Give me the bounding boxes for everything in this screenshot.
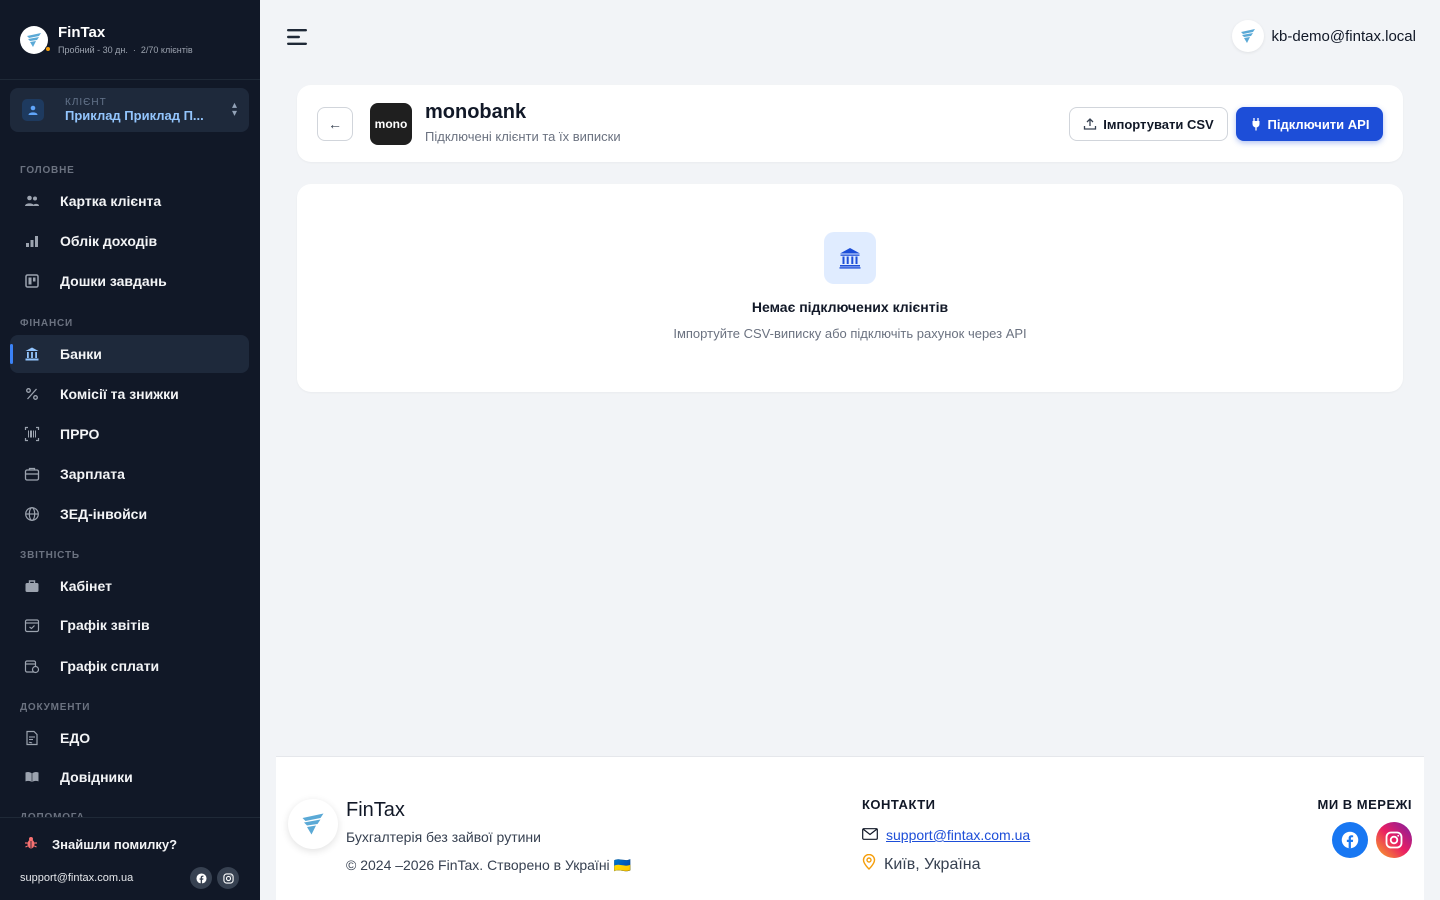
fintax-logo-icon[interactable]	[20, 25, 51, 54]
barcode-icon	[24, 426, 40, 442]
client-name: Приклад Приклад П...	[65, 108, 204, 123]
sidebar-item-label: Графік сплати	[60, 658, 160, 674]
connect-api-button[interactable]: Підключити API	[1236, 107, 1383, 141]
plan-label: Пробний - 30 дн.	[58, 45, 128, 55]
import-csv-label: Імпортувати CSV	[1103, 116, 1214, 132]
upload-icon	[1083, 117, 1097, 131]
chevron-updown-icon: ▴ ▾	[231, 100, 237, 119]
sidebar-item-commissions[interactable]: Комісії та знижки	[10, 375, 249, 413]
fintax-avatar-icon	[1231, 20, 1264, 52]
sidebar-item-zed-invoices[interactable]: ЗЕД-інвойси	[10, 495, 249, 533]
percent-icon	[24, 386, 40, 402]
bank-title: monobank	[425, 101, 527, 123]
mail-icon	[862, 827, 878, 843]
sidebar-item-edo[interactable]: ЕДО	[10, 719, 249, 757]
sidebar-item-income[interactable]: Облік доходів	[10, 222, 249, 260]
footer: FinTax Бухгалтерія без зайвої рутини © 2…	[276, 756, 1424, 900]
footer-email-link[interactable]: support@fintax.com.ua	[886, 827, 1030, 843]
sidebar-footer: Знайшли помилку? support@fintax.com.ua	[0, 817, 260, 900]
plan-info: Пробний - 30 дн. · 2/70 клієнтів	[58, 45, 193, 55]
plug-icon	[1250, 117, 1262, 131]
bank-icon	[824, 232, 876, 284]
sidebar-item-salary[interactable]: Зарплата	[10, 455, 249, 493]
menu-toggle-button[interactable]	[276, 18, 318, 60]
user-email: kb-demo@fintax.local	[1271, 27, 1416, 45]
sidebar-item-directories[interactable]: Довідники	[10, 758, 249, 796]
hamburger-icon	[286, 28, 308, 51]
sidebar-item-label: Довідники	[60, 769, 133, 785]
sidebar-item-label: Облік доходів	[60, 233, 158, 249]
globe-icon	[24, 506, 40, 522]
contacts-title: КОНТАКТИ	[862, 797, 936, 812]
instagram-icon[interactable]	[1376, 822, 1412, 858]
sidebar-item-cabinet[interactable]: Кабінет	[10, 567, 249, 605]
empty-state-subtitle: Імпортуйте CSV-виписку або підключіть ра…	[673, 326, 1027, 341]
social-title: МИ В МЕРЕЖІ	[1317, 797, 1412, 812]
import-csv-button[interactable]: Імпортувати CSV	[1069, 107, 1228, 141]
sidebar-item-reports-schedule[interactable]: Графік звітів	[10, 606, 249, 644]
calendar-check-icon	[24, 617, 40, 633]
clients-count: 2/70 клієнтів	[140, 45, 193, 55]
instagram-icon[interactable]	[217, 867, 239, 889]
sidebar-item-label: Комісії та знижки	[60, 386, 179, 402]
section-title-main: ГОЛОВНЕ	[20, 165, 75, 176]
sidebar-item-label: Графік звітів	[60, 617, 150, 633]
monobank-logo: mono	[370, 103, 412, 145]
section-title-reporting: ЗВІТНІСТЬ	[20, 550, 80, 561]
user-icon	[22, 99, 44, 121]
bank-icon	[24, 346, 40, 362]
footer-city: Київ, Україна	[884, 855, 981, 873]
sidebar-item-label: Зарплата	[60, 466, 125, 482]
client-selector[interactable]: КЛІЄНТ Приклад Приклад П... ▴ ▾	[10, 88, 249, 132]
bar-chart-icon	[24, 233, 40, 249]
sidebar-item-label: Банки	[60, 346, 102, 362]
bug-icon	[24, 836, 38, 853]
fintax-logo-icon	[288, 799, 338, 849]
support-email-link[interactable]: support@fintax.com.ua	[20, 872, 133, 884]
footer-brand-name: FinTax	[346, 799, 405, 821]
user-menu[interactable]: kb-demo@fintax.local	[1231, 20, 1416, 52]
brand-name: FinTax	[58, 24, 106, 41]
sidebar-item-label: ПРРО	[60, 426, 100, 442]
users-icon	[24, 193, 40, 209]
document-sign-icon	[24, 730, 40, 746]
brand: FinTax Пробний - 30 дн. · 2/70 клієнтів	[0, 0, 260, 80]
section-title-documents: ДОКУМЕНТИ	[20, 702, 91, 713]
section-title-finance: ФІНАНСИ	[20, 318, 73, 329]
footer-email-row: support@fintax.com.ua	[862, 827, 1030, 843]
bank-header-card: ← mono monobank Підключені клієнти та їх…	[297, 85, 1403, 162]
sidebar-item-prro[interactable]: ПРРО	[10, 415, 249, 453]
location-pin-icon	[862, 853, 876, 875]
trial-status-dot	[45, 45, 51, 52]
calendar-money-icon	[24, 658, 40, 674]
report-bug-link[interactable]: Знайшли помилку?	[24, 836, 177, 853]
footer-copyright: © 2024 –2026 FinTax. Створено в Україні …	[346, 857, 631, 873]
sidebar-item-label: ЕДО	[60, 730, 91, 746]
wallet-icon	[24, 466, 40, 482]
empty-state-card: Немає підключених клієнтів Імпортуйте CS…	[297, 184, 1403, 392]
footer-tagline: Бухгалтерія без зайвої рутини	[346, 829, 541, 845]
back-button[interactable]: ←	[317, 107, 353, 141]
book-icon	[24, 769, 40, 785]
sidebar-item-payment-schedule[interactable]: Графік сплати	[10, 647, 249, 685]
arrow-left-icon: ←	[328, 116, 342, 132]
sidebar-item-label: ЗЕД-інвойси	[60, 506, 148, 522]
sidebar-item-label: Картка клієнта	[60, 193, 162, 209]
bank-subtitle: Підключені клієнти та їх виписки	[425, 129, 621, 144]
footer-city-row: Київ, Україна	[862, 853, 981, 875]
report-bug-label: Знайшли помилку?	[52, 837, 178, 852]
sidebar-item-client-card[interactable]: Картка клієнта	[10, 182, 249, 220]
sidebar-item-label: Кабінет	[60, 578, 112, 594]
sidebar-item-banks[interactable]: Банки	[10, 335, 249, 373]
sidebar: FinTax Пробний - 30 дн. · 2/70 клієнтів …	[0, 0, 260, 900]
sidebar-item-label: Дошки завдань	[60, 273, 167, 289]
facebook-icon[interactable]	[190, 867, 212, 889]
sidebar-item-task-boards[interactable]: Дошки завдань	[10, 262, 249, 300]
client-label: КЛІЄНТ	[65, 97, 107, 108]
facebook-icon[interactable]	[1332, 822, 1368, 858]
board-icon	[24, 273, 40, 289]
empty-state-title: Немає підключених клієнтів	[751, 299, 949, 315]
briefcase-icon	[24, 578, 40, 594]
connect-api-label: Підключити API	[1267, 116, 1370, 132]
